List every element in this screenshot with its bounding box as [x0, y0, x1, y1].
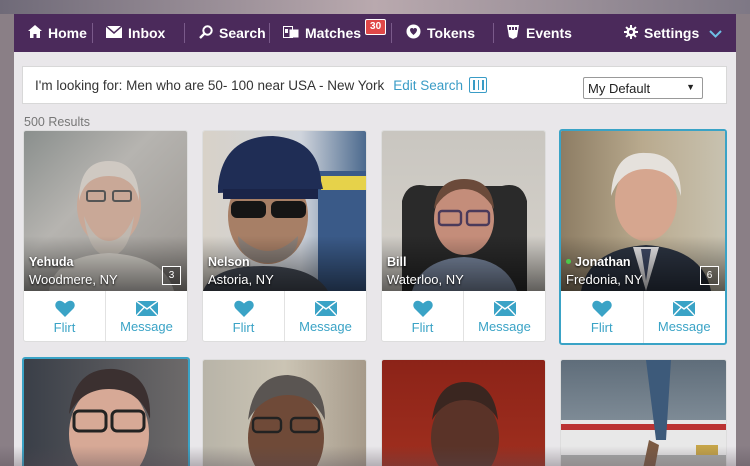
card-actions: Flirt Message: [24, 291, 187, 341]
nav-home-label: Home: [48, 25, 87, 41]
card-actions: Flirt Message: [203, 291, 366, 341]
envelope-icon: [135, 300, 158, 316]
profile-name: Yehuda: [29, 255, 74, 269]
chevron-down-icon[interactable]: [709, 25, 722, 41]
background-top: [0, 0, 750, 14]
profile-card[interactable]: [202, 359, 367, 466]
card-actions: Flirt Message: [561, 291, 725, 343]
profile-photo[interactable]: Jonathan Fredonia, NY 6: [561, 131, 725, 291]
flirt-button[interactable]: Flirt: [561, 291, 643, 343]
nav-divider: [391, 23, 392, 43]
profile-card[interactable]: [560, 359, 727, 466]
photo-count-badge[interactable]: 6: [700, 266, 719, 285]
profile-photo[interactable]: Bill Waterloo, NY: [382, 131, 545, 291]
message-button[interactable]: Message: [463, 291, 545, 341]
profile-name: Jonathan: [566, 255, 631, 269]
profile-location: Woodmere, NY: [29, 272, 118, 287]
nav-matches-label: Matches: [305, 25, 362, 41]
matches-icon: [283, 25, 299, 41]
saved-search-value: My Default: [588, 80, 651, 96]
results-count: 500 Results: [24, 115, 91, 129]
home-icon: [28, 25, 42, 41]
profile-photo[interactable]: [561, 360, 726, 466]
heart-icon: [233, 300, 254, 317]
token-icon: [406, 24, 421, 42]
message-button[interactable]: Message: [642, 291, 726, 343]
nav-divider: [269, 23, 270, 43]
envelope-icon: [493, 300, 516, 316]
matches-count-badge: 30: [365, 19, 387, 35]
nav-divider: [493, 23, 494, 43]
flirt-label: Flirt: [590, 319, 613, 335]
search-icon: [199, 24, 213, 42]
select-caret-icon: ▼: [686, 82, 695, 92]
envelope-icon: [105, 24, 123, 41]
gear-icon: [624, 24, 638, 42]
profile-card[interactable]: Bill Waterloo, NY Flirt Message: [381, 130, 546, 342]
nav-home[interactable]: Home: [28, 14, 87, 52]
flirt-label: Flirt: [411, 319, 434, 335]
message-button[interactable]: Message: [284, 291, 366, 341]
profile-location: Fredonia, NY: [566, 272, 643, 287]
profile-card[interactable]: Yehuda Woodmere, NY 3 Flirt Message: [23, 130, 188, 342]
nav-search[interactable]: Search: [199, 14, 266, 52]
saved-search-select[interactable]: My Default ▼: [583, 77, 703, 99]
edit-search-link[interactable]: Edit Search: [393, 78, 463, 93]
profile-name: Bill: [387, 255, 407, 269]
profile-photo[interactable]: [203, 360, 366, 466]
search-criteria-text: I'm looking for: Men who are 50- 100 nea…: [35, 77, 385, 93]
profile-photo[interactable]: [382, 360, 545, 466]
photo-count-badge[interactable]: 3: [162, 266, 181, 285]
message-label: Message: [299, 318, 352, 334]
nav-tokens[interactable]: Tokens: [406, 14, 475, 52]
envelope-icon: [673, 300, 696, 316]
nav-settings[interactable]: Settings: [624, 14, 722, 52]
search-summary-bar: I'm looking for: Men who are 50- 100 nea…: [22, 66, 727, 104]
envelope-icon: [314, 300, 337, 316]
message-label: Message: [657, 318, 711, 334]
nav-inbox-label: Inbox: [128, 25, 166, 41]
message-button[interactable]: Message: [105, 291, 187, 341]
online-status-dot: [566, 259, 571, 264]
heart-icon: [592, 300, 612, 317]
flirt-label: Flirt: [53, 319, 76, 335]
heart-icon: [54, 300, 75, 317]
flirt-button[interactable]: Flirt: [24, 291, 105, 341]
flirt-button[interactable]: Flirt: [203, 291, 284, 341]
nav-search-label: Search: [219, 25, 266, 41]
nav-events[interactable]: Events: [506, 14, 572, 52]
nav-inbox[interactable]: Inbox: [105, 14, 166, 52]
profile-card[interactable]: [22, 357, 190, 466]
profile-location: Astoria, NY: [208, 272, 274, 287]
heart-icon: [412, 300, 433, 317]
app-window: Home Inbox Search Matches 30 Tokens Even…: [14, 14, 736, 466]
nav-divider: [184, 23, 185, 43]
profile-photo[interactable]: Nelson Astoria, NY: [203, 131, 366, 291]
nav-matches[interactable]: Matches 30: [283, 14, 387, 52]
profile-card[interactable]: Nelson Astoria, NY Flirt Message: [202, 130, 367, 342]
nav-tokens-label: Tokens: [427, 25, 475, 41]
profile-card[interactable]: Jonathan Fredonia, NY 6 Flirt Message: [559, 129, 727, 345]
events-icon: [506, 24, 520, 43]
message-label: Message: [478, 318, 531, 334]
flirt-button[interactable]: Flirt: [382, 291, 463, 341]
nav-divider: [92, 23, 93, 43]
profile-location: Waterloo, NY: [387, 272, 464, 287]
profile-photo[interactable]: [24, 359, 188, 466]
card-actions: Flirt Message: [382, 291, 545, 341]
profile-photo[interactable]: Yehuda Woodmere, NY 3: [24, 131, 187, 291]
filter-sliders-icon[interactable]: [469, 77, 488, 93]
nav-settings-label: Settings: [644, 25, 700, 41]
profile-name: Nelson: [208, 255, 250, 269]
nav-events-label: Events: [526, 25, 572, 41]
top-nav: Home Inbox Search Matches 30 Tokens Even…: [14, 14, 736, 52]
message-label: Message: [120, 318, 173, 334]
profile-card[interactable]: [381, 359, 546, 466]
flirt-label: Flirt: [232, 319, 255, 335]
